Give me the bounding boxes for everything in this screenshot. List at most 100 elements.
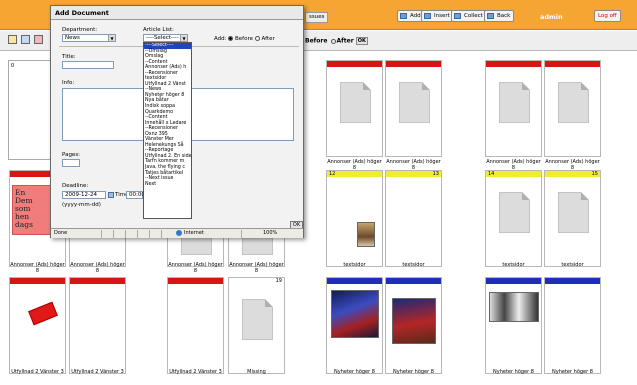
pages-input[interactable] [62,159,80,167]
zone-label: Internet [184,230,204,236]
article-option[interactable]: Annonser (Ads) h [144,65,191,71]
back-icon [487,13,494,19]
department-label: Department: [62,27,98,33]
edit-icon[interactable] [8,35,17,44]
deadline-input[interactable]: 2009-12-24 [62,191,106,199]
page-caption: textsidor [561,262,584,268]
page-thumbnail[interactable]: 12 [326,170,383,267]
after-radio[interactable] [330,38,336,44]
section-bar [327,61,382,67]
news-image [392,298,436,344]
page-thumbnail[interactable] [385,60,442,157]
page-thumbnail[interactable]: 13 [385,170,442,267]
news-image [489,292,539,322]
status-divider [241,230,242,238]
page-thumbnail[interactable] [544,60,601,157]
before-radio[interactable] [228,36,234,41]
section-bar [545,278,600,284]
collect-button[interactable]: Collect [451,10,487,22]
page-thumbnail[interactable] [544,277,601,374]
page-caption: textsidor [402,262,425,268]
status-divider [149,230,150,238]
news-image [331,290,379,338]
section-bar [10,278,65,284]
article-option[interactable]: Next [144,182,191,188]
title-label: Title: [62,54,76,60]
page-thumbnail[interactable]: 15 [544,170,601,267]
page-thumbnail[interactable] [485,277,542,374]
blank-page-icon [499,192,530,233]
title-input[interactable] [62,61,114,69]
filler-image [28,301,58,326]
section-bar [486,278,541,284]
add-label: Add: [214,36,227,42]
before-label: Before [305,37,328,45]
blank-page-icon [558,82,589,123]
globe-icon [176,229,182,236]
add-icon [400,13,407,19]
chevron-down-icon: ▼ [108,35,115,41]
chevron-down-icon: ▼ [180,35,187,41]
add-document-dialog: Add Document Department: News ▼ Article … [50,5,304,238]
add-position-row: Add: Before After [214,36,275,42]
status-divider [113,230,114,238]
section-bar [545,61,600,67]
page-thumbnail[interactable] [167,277,224,374]
page-thumbnail[interactable] [9,277,66,374]
article-list-dropdown[interactable]: ----Select---- --Omslag Omslag --Content Ann… [143,42,192,219]
issues-button[interactable]: ssues [305,12,329,23]
page-thumbnail[interactable] [485,60,542,157]
status-bar: Done Internet 100% [51,228,303,238]
status-divider [125,230,126,238]
delete-icon[interactable] [34,35,43,44]
insert-button-label: Insert [434,13,450,19]
section-bar [386,278,441,284]
page-thumbnail[interactable] [385,277,442,374]
date-format-hint: (yyyy-mm-dd) [62,202,101,208]
page-caption: Annonser (Ads) höger 8 [229,262,284,274]
page-thumbnail[interactable] [69,277,126,374]
status-divider [101,230,102,238]
position-ok-button[interactable]: OK [355,37,368,45]
page-thumbnail[interactable] [326,277,383,374]
page-number: 19 [275,278,282,284]
article-list-select[interactable]: ----Select---- ▼ [143,34,188,42]
left-page-panel[interactable]: 0 [8,60,54,160]
article-list-label: Article List: [143,27,174,33]
status-text: Done [54,230,68,236]
page-thumbnail[interactable]: 19 [228,277,285,374]
insert-button[interactable]: Insert [421,10,454,22]
calendar-icon[interactable] [108,192,114,198]
blank-page-icon [399,82,430,123]
article-option[interactable]: Java, the flying c [144,165,191,171]
department-select[interactable]: News ▼ [62,34,116,42]
section-bar [386,61,441,67]
page-caption: Annonser (Ads) höger 8 [10,262,65,274]
time-input[interactable]: 00:00 [126,191,145,199]
collect-button-label: Collect [464,13,483,19]
page-thumbnail[interactable] [326,60,383,157]
pages-label: Pages: [62,152,81,158]
after-radio[interactable] [254,36,260,41]
page-caption: textsidor [502,262,525,268]
page-caption: Annonser (Ads) höger 8 [168,262,223,274]
zone-indicator: Internet [176,229,204,238]
user-name: admin [540,13,563,21]
logoff-button[interactable]: Log off [594,10,621,22]
insert-icon [424,13,431,19]
page-caption: textsidor [343,262,366,268]
back-button[interactable]: Back [484,10,515,22]
collect-icon [454,13,461,19]
page-number: 15 [591,171,598,177]
page-number: 13 [432,171,439,177]
back-button-label: Back [497,13,511,19]
page-caption: Utfyllnad 2 Vänster 3 [169,369,222,375]
page-thumbnail[interactable]: 14 [485,170,542,267]
section-bar [486,61,541,67]
tool-icon[interactable] [21,35,30,44]
dialog-title: Add Document [51,6,303,20]
page-caption: Nyheter höger 8 [493,369,534,375]
ad-text: En Dem som hen dags [15,188,33,229]
page-number: 12 [329,171,336,177]
zoom-indicator[interactable]: 100% [263,229,277,238]
